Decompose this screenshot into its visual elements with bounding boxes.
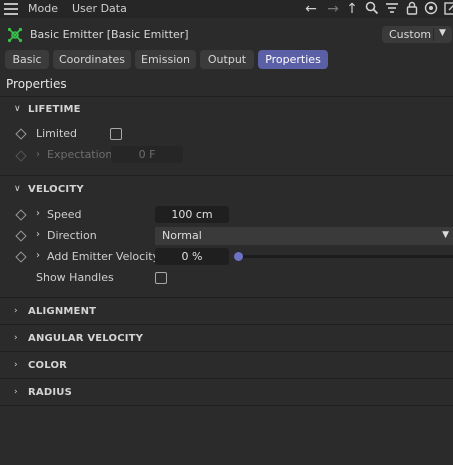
keyframe-diamond-icon[interactable] — [15, 251, 27, 263]
emitter-icon — [7, 27, 23, 43]
group-radius[interactable]: RADIUS — [28, 387, 72, 398]
add-emitter-velocity-slider[interactable] — [238, 255, 453, 258]
group-alignment[interactable]: ALIGNMENT — [28, 306, 96, 317]
expectation-field: 0 F — [111, 146, 183, 163]
keyframe-diamond-icon — [15, 150, 27, 162]
speed-label: Speed — [47, 208, 82, 221]
forward-arrow-icon[interactable]: → — [325, 1, 341, 17]
up-arrow-icon[interactable]: ↑ — [344, 1, 360, 17]
limited-label: Limited — [36, 127, 78, 140]
group-angular-velocity[interactable]: ANGULAR VELOCITY — [28, 333, 143, 344]
layout-dropdown[interactable]: Custom ▼ — [382, 26, 452, 43]
divider — [0, 378, 453, 379]
tab-emission[interactable]: Emission — [135, 50, 196, 69]
menu-user-data[interactable]: User Data — [72, 2, 127, 15]
new-window-icon[interactable] — [442, 1, 453, 17]
chevron-right-icon[interactable]: › — [36, 229, 40, 240]
group-lifetime[interactable]: LIFETIME — [28, 104, 81, 115]
search-icon[interactable] — [364, 1, 380, 17]
tab-output[interactable]: Output — [200, 50, 254, 69]
tab-basic[interactable]: Basic — [5, 50, 49, 69]
direction-label: Direction — [47, 229, 97, 242]
object-title: Basic Emitter [Basic Emitter] — [30, 28, 189, 41]
divider — [0, 405, 453, 406]
chevron-right-icon[interactable]: › — [36, 250, 40, 261]
dropdown-divider — [433, 28, 434, 41]
direction-value: Normal — [162, 229, 202, 242]
top-toolbar: Mode User Data ← → ↑ — [0, 0, 453, 18]
chevron-right-icon[interactable]: › — [14, 334, 22, 343]
add-emitter-velocity-field[interactable]: 0 % — [155, 248, 229, 265]
direction-dropdown[interactable]: Normal ▼ — [155, 227, 453, 245]
menu-mode[interactable]: Mode — [28, 2, 58, 15]
speed-field[interactable]: 100 cm — [155, 206, 229, 223]
lock-icon[interactable] — [404, 1, 420, 17]
group-color[interactable]: COLOR — [28, 360, 67, 371]
keyframe-diamond-icon[interactable] — [15, 230, 27, 242]
show-handles-checkbox[interactable] — [155, 272, 167, 284]
add-emitter-velocity-label: Add Emitter Velocity — [47, 250, 160, 263]
tab-coordinates[interactable]: Coordinates — [53, 50, 131, 69]
chevron-right-icon[interactable]: › — [14, 307, 22, 316]
divider — [0, 297, 453, 298]
divider — [0, 324, 453, 325]
section-title: Properties — [6, 77, 67, 91]
hamburger-menu-icon[interactable] — [4, 3, 18, 15]
group-velocity[interactable]: VELOCITY — [28, 184, 84, 195]
chevron-down-icon[interactable]: ∨ — [14, 185, 22, 194]
chevron-right-icon[interactable]: › — [14, 388, 22, 397]
tab-properties[interactable]: Properties — [258, 50, 328, 69]
filter-icon[interactable] — [384, 1, 400, 17]
slider-handle[interactable] — [234, 252, 243, 261]
divider — [0, 351, 453, 352]
expectation-label: Expectation — [47, 148, 113, 161]
layout-dropdown-value: Custom — [389, 28, 432, 41]
divider — [0, 175, 453, 176]
back-arrow-icon[interactable]: ← — [303, 1, 319, 17]
target-icon[interactable] — [423, 1, 439, 17]
tab-bar: Basic Coordinates Emission Output Proper… — [0, 50, 453, 70]
chevron-down-icon[interactable]: ∨ — [14, 105, 22, 114]
chevron-down-icon[interactable]: ▼ — [439, 28, 446, 38]
chevron-right-icon[interactable]: › — [36, 208, 40, 219]
keyframe-diamond-icon[interactable] — [15, 209, 27, 221]
show-handles-label: Show Handles — [36, 271, 114, 284]
chevron-right-icon[interactable]: › — [14, 361, 22, 370]
chevron-down-icon[interactable]: ▼ — [442, 230, 449, 240]
divider — [0, 96, 453, 97]
chevron-right-icon: › — [36, 149, 40, 160]
limited-checkbox[interactable] — [110, 128, 122, 140]
keyframe-diamond-icon[interactable] — [15, 128, 27, 140]
